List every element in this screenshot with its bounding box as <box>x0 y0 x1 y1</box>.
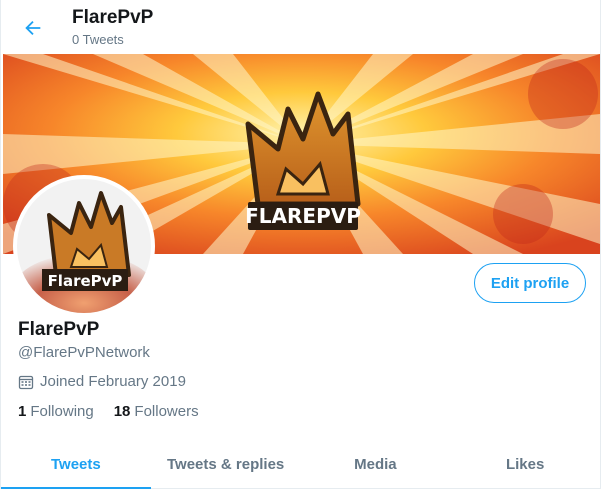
profile-handle: @FlarePvPNetwork <box>18 344 150 361</box>
tweet-count: 0 Tweets <box>72 32 124 47</box>
calendar-icon <box>18 375 34 389</box>
joined-date: Joined February 2019 <box>18 373 186 390</box>
back-arrow-icon <box>25 20 41 36</box>
avatar-image: FlarePvP <box>17 179 151 313</box>
avatar[interactable]: FlarePvP <box>13 175 155 317</box>
tab-likes[interactable]: Likes <box>450 440 600 488</box>
follow-stats: 1 Following 18 Followers <box>18 403 219 420</box>
followers-link[interactable]: 18 Followers <box>114 403 199 420</box>
followers-label: Followers <box>134 403 199 420</box>
profile-page: FlarePvP 0 Tweets FLAREPVP FlarePvP Edit… <box>0 0 601 489</box>
following-link[interactable]: 1 Following <box>18 403 94 420</box>
tab-tweets-replies[interactable]: Tweets & replies <box>151 440 301 488</box>
tab-tweets[interactable]: Tweets <box>1 440 151 489</box>
tab-media[interactable]: Media <box>301 440 451 488</box>
edit-profile-button[interactable]: Edit profile <box>474 263 586 303</box>
banner-logo-text: FLAREPVP <box>245 204 361 228</box>
followers-count: 18 <box>113 403 131 420</box>
back-button[interactable] <box>15 10 51 46</box>
joined-text: Joined February 2019 <box>40 373 186 390</box>
profile-header: FlarePvP 0 Tweets <box>1 0 600 54</box>
following-label: Following <box>30 403 94 420</box>
profile-name: FlarePvP <box>18 319 100 340</box>
following-count: 1 <box>18 403 27 420</box>
profile-tabs: Tweets Tweets & replies Media Likes <box>1 440 600 489</box>
header-title: FlarePvP <box>72 7 154 28</box>
avatar-logo-text: FlarePvP <box>48 272 123 290</box>
